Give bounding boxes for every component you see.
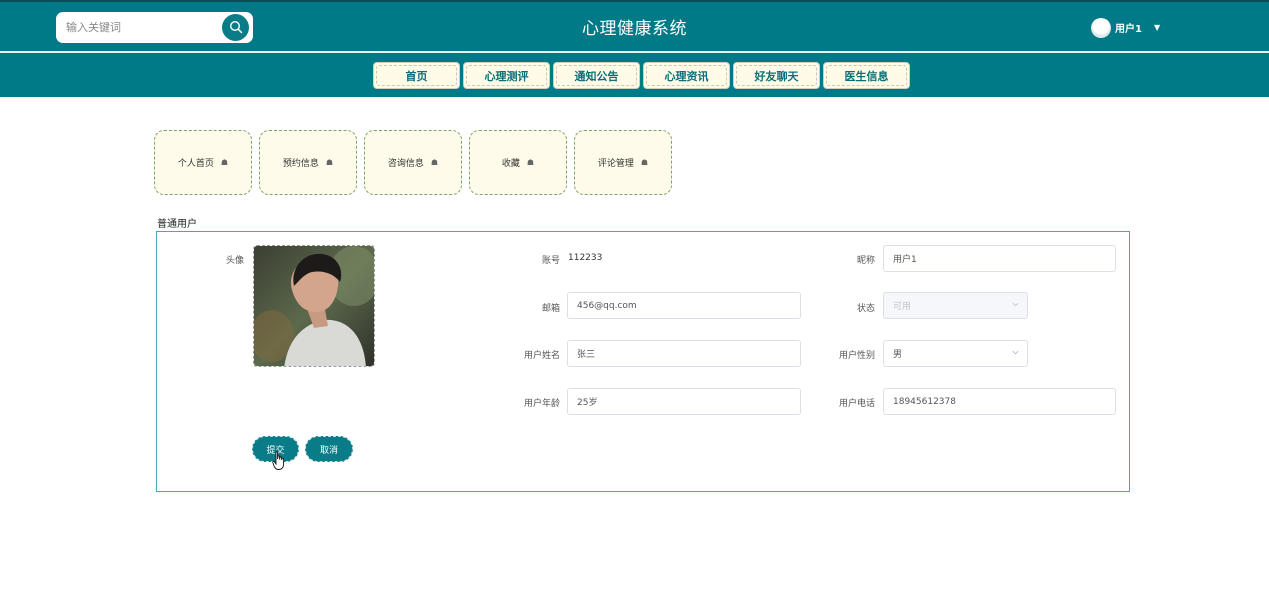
nav-item-assessment[interactable]: 心理测评 bbox=[463, 62, 550, 89]
chevron-down-icon bbox=[1012, 350, 1019, 355]
home-icon: ☗ bbox=[526, 158, 535, 167]
user-avatar bbox=[1091, 17, 1111, 38]
home-icon: ☗ bbox=[640, 158, 649, 167]
real-name-field[interactable]: 张三 bbox=[567, 340, 801, 367]
menu-card-comments[interactable]: 评论管理 ☗ bbox=[574, 130, 672, 195]
hand-cursor-icon bbox=[272, 451, 285, 470]
gender-select[interactable]: 男 bbox=[883, 340, 1028, 367]
chevron-down-icon bbox=[1012, 302, 1019, 307]
nav-item-chat[interactable]: 好友聊天 bbox=[733, 62, 820, 89]
age-value: 25岁 bbox=[577, 398, 598, 408]
cancel-button[interactable]: 取消 bbox=[305, 436, 353, 462]
site-title: 心理健康系统 bbox=[582, 19, 687, 39]
email-label: 邮箱 bbox=[541, 304, 560, 314]
nav-item-news[interactable]: 心理资讯 bbox=[643, 62, 730, 89]
account-value: 112233 bbox=[568, 253, 603, 263]
real-name-value: 张三 bbox=[577, 350, 596, 360]
age-field[interactable]: 25岁 bbox=[567, 388, 801, 415]
home-icon: ☗ bbox=[430, 158, 439, 167]
gender-value: 男 bbox=[893, 350, 903, 360]
nickname-value: 用户1 bbox=[893, 255, 917, 265]
menu-card-label: 咨询信息 bbox=[387, 159, 424, 169]
main-nav: 首页 心理测评 通知公告 心理资讯 好友聊天 医生信息 bbox=[373, 62, 910, 89]
user-center-menu: 个人首页 ☗ 预约信息 ☗ 咨询信息 ☗ 收藏 ☗ 评论管理 ☗ bbox=[154, 130, 672, 195]
nav-item-notices[interactable]: 通知公告 bbox=[553, 62, 640, 89]
menu-card-favorites[interactable]: 收藏 ☗ bbox=[469, 130, 567, 195]
caret-down-icon: ▼ bbox=[1153, 23, 1161, 32]
menu-card-label: 评论管理 bbox=[597, 159, 634, 169]
user-menu[interactable]: 用户1 ▼ bbox=[1091, 17, 1160, 38]
menu-card-label: 预约信息 bbox=[282, 159, 319, 169]
email-value: 456@qq.com bbox=[577, 300, 637, 311]
avatar-image[interactable] bbox=[253, 245, 375, 367]
menu-card-label: 个人首页 bbox=[177, 159, 214, 169]
status-value: 可用 bbox=[893, 302, 912, 312]
gender-label: 用户性别 bbox=[838, 351, 875, 361]
avatar-photo bbox=[254, 246, 374, 366]
header-divider bbox=[0, 51, 1269, 53]
section-title: 普通用户 bbox=[157, 219, 197, 230]
account-label: 账号 bbox=[541, 256, 560, 266]
user-name: 用户1 bbox=[1115, 24, 1142, 35]
nav-item-doctors[interactable]: 医生信息 bbox=[823, 62, 910, 89]
menu-card-label: 收藏 bbox=[501, 159, 520, 169]
status-label: 状态 bbox=[856, 304, 875, 314]
nickname-field[interactable]: 用户1 bbox=[883, 245, 1116, 272]
email-field[interactable]: 456@qq.com bbox=[567, 292, 801, 319]
status-select[interactable]: 可用 bbox=[883, 292, 1028, 319]
home-icon: ☗ bbox=[325, 158, 334, 167]
phone-label: 用户电话 bbox=[838, 399, 875, 409]
real-name-label: 用户姓名 bbox=[523, 351, 560, 361]
header-top-line bbox=[0, 0, 1269, 2]
nav-item-home[interactable]: 首页 bbox=[373, 62, 460, 89]
age-label: 用户年龄 bbox=[523, 399, 560, 409]
menu-card-profile[interactable]: 个人首页 ☗ bbox=[154, 130, 252, 195]
avatar-label: 头像 bbox=[225, 256, 244, 266]
menu-card-consultations[interactable]: 咨询信息 ☗ bbox=[364, 130, 462, 195]
phone-field[interactable]: 18945612378 bbox=[883, 388, 1116, 415]
nickname-label: 昵称 bbox=[856, 256, 875, 266]
menu-card-appointments[interactable]: 预约信息 ☗ bbox=[259, 130, 357, 195]
phone-value: 18945612378 bbox=[893, 396, 956, 407]
header: 心理健康系统 用户1 ▼ 首页 心理测评 通知公告 心理资讯 好友聊天 医生信息 bbox=[0, 0, 1269, 97]
home-icon: ☗ bbox=[220, 158, 229, 167]
